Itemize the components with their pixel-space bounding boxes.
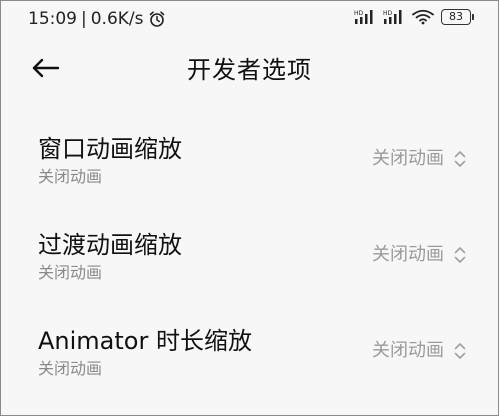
setting-value: 关闭动画 <box>372 148 444 169</box>
page-title: 开发者选项 <box>187 56 312 84</box>
header: 开发者选项 <box>1 45 498 95</box>
setting-value-selector[interactable]: 关闭动画 <box>372 147 466 171</box>
setting-value-selector[interactable]: 关闭动画 <box>372 243 466 267</box>
cellular-signal-2-icon: HD <box>383 9 405 25</box>
setting-subtitle: 关闭动画 <box>38 263 103 282</box>
settings-list: 窗口动画缩放 关闭动画 关闭动画 过渡动画缩放 关闭动画 关闭动画 Animat… <box>1 113 498 401</box>
setting-animator-duration-scale[interactable]: Animator 时长缩放 关闭动画 关闭动画 <box>1 305 498 401</box>
status-time: 15:09 <box>28 9 77 29</box>
wifi-icon <box>412 9 434 25</box>
setting-title: 窗口动画缩放 <box>38 135 182 163</box>
status-bar: 15:09 | 0.6K/s HD HD 83 <box>1 1 498 37</box>
screen: 15:09 | 0.6K/s HD HD 83 开发者选项 窗口动画缩放 关闭动… <box>0 0 499 416</box>
setting-subtitle: 关闭动画 <box>38 167 103 186</box>
status-separator: | <box>81 9 87 29</box>
setting-window-animation-scale[interactable]: 窗口动画缩放 关闭动画 关闭动画 <box>1 113 498 209</box>
alarm-clock-icon <box>148 10 166 28</box>
status-bar-left: 15:09 | 0.6K/s <box>28 9 166 29</box>
chevron-up-down-icon <box>454 245 466 265</box>
signal-2-label: HD <box>383 10 393 17</box>
chevron-up-down-icon <box>454 341 466 361</box>
status-bar-right: HD HD 83 <box>354 9 474 25</box>
cellular-signal-1-icon: HD <box>354 9 376 25</box>
setting-value: 关闭动画 <box>372 340 444 361</box>
network-speed: 0.6K/s <box>90 9 144 29</box>
setting-subtitle: 关闭动画 <box>38 359 103 378</box>
chevron-up-down-icon <box>454 149 466 169</box>
setting-title: Animator 时长缩放 <box>38 327 252 355</box>
setting-value: 关闭动画 <box>372 244 444 265</box>
setting-transition-animation-scale[interactable]: 过渡动画缩放 关闭动画 关闭动画 <box>1 209 498 305</box>
battery-indicator: 83 <box>441 9 474 25</box>
signal-1-label: HD <box>354 10 364 17</box>
setting-value-selector[interactable]: 关闭动画 <box>372 339 466 363</box>
setting-title: 过渡动画缩放 <box>38 231 182 259</box>
